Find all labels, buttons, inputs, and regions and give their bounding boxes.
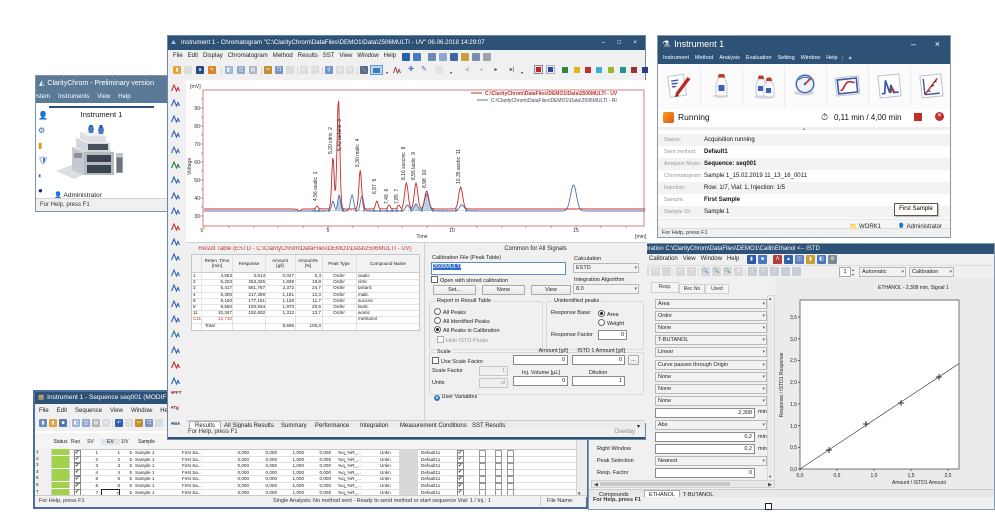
svg-text:0,5: 0,5 [834,473,841,479]
svg-text:5,42 tartaric 3: 5,42 tartaric 3 [337,119,343,151]
svg-text:0: 0 [201,228,204,234]
svg-text:ETHANOL - 2,308 min, Signal 1: ETHANOL - 2,308 min, Signal 1 [878,285,949,291]
svg-text:2,0: 2,0 [790,380,797,386]
svg-text:2,0: 2,0 [945,473,952,479]
svg-text:Voltage: Voltage [187,158,193,175]
svg-text:C:\ClarityChrom\DataFiles\DEMO: C:\ClarityChrom\DataFiles\DEMO1\Data\250… [485,91,618,97]
svg-text:5: 5 [327,228,330,234]
svg-text:80: 80 [194,124,200,130]
svg-text:C:\ClarityChrom\DataFiles\DEMO: C:\ClarityChrom\DataFiles\DEMO1\Data\250… [491,98,617,104]
svg-text:7,46 6: 7,46 6 [384,188,390,204]
svg-text:[mV]: [mV] [190,84,201,90]
svg-text:7,85 7: 7,85 7 [394,188,400,204]
svg-text:8,55 lactic 9: 8,55 lactic 9 [411,152,417,180]
svg-text:10: 10 [449,228,455,234]
svg-text:60: 60 [194,160,200,166]
svg-text:70: 70 [194,142,200,148]
svg-text:3,5: 3,5 [790,315,797,321]
svg-text:1,0: 1,0 [790,424,797,430]
svg-text:Response / ISTD1 Response: Response / ISTD1 Response [779,352,785,417]
svg-text:15: 15 [573,228,579,234]
svg-text:6,30 malic 4: 6,30 malic 4 [355,138,361,167]
svg-text:8,16 succinc 8: 8,16 succinc 8 [401,146,407,180]
svg-text:1,0: 1,0 [871,473,878,479]
svg-text:50: 50 [194,178,200,184]
svg-text:30: 30 [194,214,200,220]
svg-text:10,35 acetic 11: 10,35 acetic 11 [456,149,462,184]
svg-text:1,5: 1,5 [908,473,915,479]
svg-text:1,5: 1,5 [790,402,797,408]
svg-text:40: 40 [194,196,200,202]
svg-text:Amount / ISTD1 Amount: Amount / ISTD1 Amount [892,480,947,486]
svg-text:Time: Time [416,234,427,240]
svg-text:90: 90 [194,106,200,112]
svg-text:0,5: 0,5 [790,445,797,451]
svg-text:6,97 5: 6,97 5 [372,178,378,194]
svg-text:3,0: 3,0 [790,337,797,343]
svg-text:5,20 citric 2: 5,20 citric 2 [328,127,334,154]
svg-text:0,0: 0,0 [797,473,804,479]
svg-text:8,98 10: 8,98 10 [422,170,428,188]
svg-text:2,5: 2,5 [790,358,797,364]
svg-text:[min]: [min] [635,234,647,240]
svg-text:4,56 oxalic 1: 4,56 oxalic 1 [313,171,319,201]
